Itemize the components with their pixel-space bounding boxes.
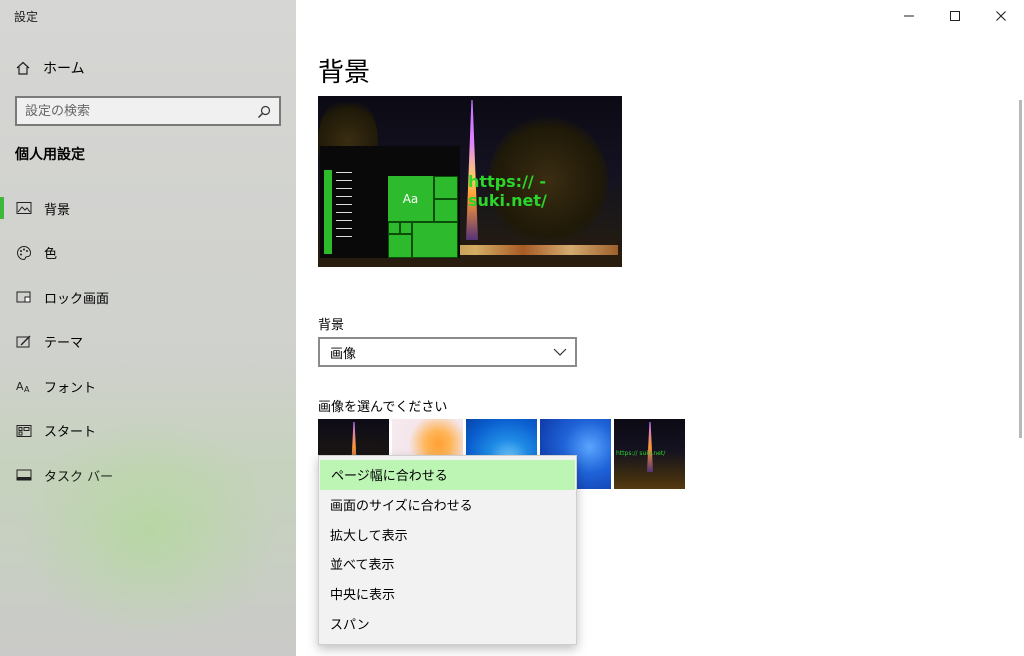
background-type-select[interactable]: 画像	[318, 337, 577, 367]
preview-tile	[434, 199, 458, 222]
svg-text:A: A	[24, 385, 30, 393]
scrollbar[interactable]	[1019, 100, 1022, 438]
preview-tower	[466, 100, 478, 240]
sidebar-item-lock-screen[interactable]: ロック画面	[0, 281, 296, 326]
preview-tile-label: Aa	[388, 176, 434, 222]
fit-option-fill[interactable]: ページ幅に合わせる	[320, 460, 575, 490]
preview-menu-line	[336, 212, 352, 213]
preview-url-text: https:// -suki.net/	[468, 172, 547, 210]
sidebar-item-label: フォント	[44, 380, 97, 396]
background-preview: https:// -suki.net/ Aa	[318, 96, 622, 267]
sidebar-item-start[interactable]: スタート	[0, 415, 296, 460]
image-icon	[15, 200, 32, 217]
background-label: 背景	[318, 318, 345, 333]
search-input[interactable]	[25, 103, 257, 119]
search-box[interactable]	[15, 96, 281, 126]
sidebar: 設定 ホーム 個人用設定 背景 色 ロック画面	[0, 0, 296, 656]
fit-option-center[interactable]: 中央に表示	[319, 579, 576, 609]
preview-tile	[388, 234, 412, 258]
fit-option-fit[interactable]: 画面のサイズに合わせる	[319, 490, 576, 520]
sidebar-item-home[interactable]: ホーム	[14, 57, 85, 79]
sidebar-item-background[interactable]: 背景	[0, 192, 296, 237]
preview-tiles: Aa	[388, 176, 458, 258]
sidebar-item-label: 背景	[44, 202, 71, 218]
sidebar-item-font[interactable]: AA フォント	[0, 370, 296, 415]
preview-menu-line	[336, 220, 352, 221]
home-icon	[14, 60, 31, 77]
preview-tile	[400, 222, 412, 234]
minimize-button[interactable]	[886, 0, 932, 32]
close-button[interactable]	[978, 0, 1024, 32]
sidebar-item-color[interactable]: 色	[0, 237, 296, 282]
thumbnail-5[interactable]: https:// suki.net/	[614, 419, 685, 489]
sidebar-nav: 背景 色 ロック画面 テーマ AA フォント スタート タスク バー	[0, 192, 296, 504]
fit-option-stretch[interactable]: 拡大して表示	[319, 519, 576, 549]
thumbnail-caption: https:// suki.net/	[616, 450, 666, 457]
sidebar-item-label: ロック画面	[44, 291, 110, 307]
section-title: 個人用設定	[15, 147, 85, 163]
maximize-icon	[950, 11, 960, 21]
palette-icon	[15, 244, 32, 261]
start-icon	[15, 422, 32, 439]
preview-menu-line	[336, 196, 352, 197]
sidebar-item-label: 色	[44, 247, 58, 263]
thumbnail-tower	[647, 422, 653, 472]
fit-options-dropdown: ページ幅に合わせる 画面のサイズに合わせる 拡大して表示 並べて表示 中央に表示…	[318, 455, 577, 645]
preview-menu-line	[336, 172, 352, 173]
preview-menu-line	[336, 236, 352, 237]
window-controls	[886, 0, 1024, 32]
sidebar-item-theme[interactable]: テーマ	[0, 326, 296, 371]
sidebar-item-taskbar[interactable]: タスク バー	[0, 459, 296, 504]
theme-icon	[15, 333, 32, 350]
sidebar-item-label: タスク バー	[44, 469, 114, 485]
maximize-button[interactable]	[932, 0, 978, 32]
preview-tile	[388, 222, 400, 234]
app-title: 設定	[14, 10, 39, 24]
preview-menu-line	[336, 180, 352, 181]
preview-start-strip	[324, 170, 332, 254]
select-value: 画像	[330, 346, 357, 362]
choose-image-label: 画像を選んでください	[318, 400, 448, 415]
search-icon[interactable]	[257, 104, 271, 118]
preview-menu-line	[336, 204, 352, 205]
taskbar-icon	[15, 467, 32, 484]
preview-menu-line	[336, 228, 352, 229]
preview-menu-line	[336, 188, 352, 189]
lock-screen-icon	[15, 289, 32, 306]
sidebar-item-label: スタート	[44, 425, 97, 441]
svg-text:A: A	[16, 380, 24, 393]
sidebar-item-label: ホーム	[43, 61, 85, 77]
preview-tile	[412, 222, 458, 258]
font-icon: AA	[15, 378, 32, 395]
page-title: 背景	[318, 58, 371, 88]
fit-option-tile[interactable]: 並べて表示	[319, 549, 576, 579]
preview-tile	[434, 176, 458, 199]
chevron-down-icon	[553, 348, 567, 356]
minimize-icon	[904, 15, 914, 17]
close-icon	[996, 11, 1006, 21]
sidebar-item-label: テーマ	[44, 336, 84, 352]
fit-option-span[interactable]: スパン	[319, 608, 576, 638]
